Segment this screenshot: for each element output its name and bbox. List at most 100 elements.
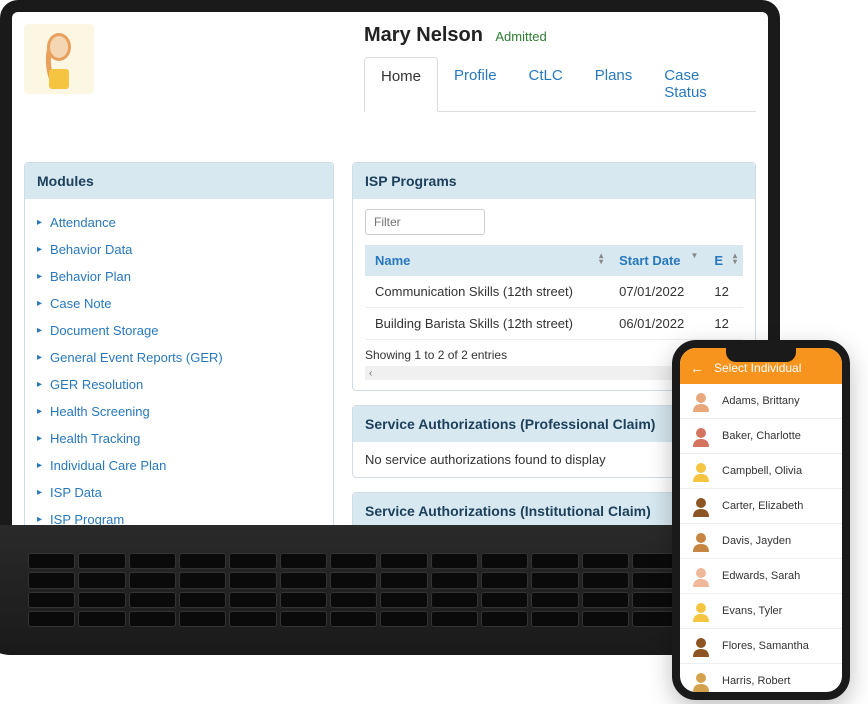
module-item[interactable]: Case Note: [37, 290, 321, 317]
keyboard-key: [179, 553, 226, 569]
phone-device: ← Select Individual Adams, Brittany Baker…: [672, 340, 850, 700]
keyboard-key: [28, 572, 75, 588]
column-header[interactable]: E▴▾: [704, 245, 743, 276]
table-cell: 12: [704, 308, 743, 340]
keyboard-key: [179, 572, 226, 588]
individual-item[interactable]: Evans, Tyler: [680, 594, 842, 629]
sort-icon[interactable]: ▼: [690, 253, 698, 259]
individual-avatar: [690, 495, 712, 517]
keyboard-key: [330, 553, 377, 569]
tab-case-status[interactable]: Case Status: [648, 57, 756, 111]
keyboard-key: [78, 611, 125, 627]
module-item[interactable]: Behavior Plan: [37, 263, 321, 290]
keyboard-key: [280, 553, 327, 569]
individual-item[interactable]: Baker, Charlotte: [680, 419, 842, 454]
module-item[interactable]: Document Storage: [37, 317, 321, 344]
phone-title: Select Individual: [714, 361, 801, 375]
keyboard-key: [330, 611, 377, 627]
phone-notch: [726, 348, 796, 362]
keyboard-key: [481, 553, 528, 569]
keyboard-key: [28, 611, 75, 627]
keyboard-key: [179, 611, 226, 627]
module-item[interactable]: Attendance: [37, 209, 321, 236]
individual-item[interactable]: Edwards, Sarah: [680, 559, 842, 594]
keyboard-key: [431, 553, 478, 569]
keyboard-key: [129, 553, 176, 569]
table-row[interactable]: Building Barista Skills (12th street)06/…: [365, 308, 743, 340]
keyboard-key: [330, 592, 377, 608]
module-item[interactable]: ISP Data: [37, 479, 321, 506]
module-item[interactable]: Individual Care Plan: [37, 452, 321, 479]
person-status-badge: Admitted: [495, 29, 546, 44]
modules-header: Modules: [25, 163, 333, 199]
individual-avatar: [690, 670, 712, 692]
keyboard-key: [280, 611, 327, 627]
individual-name: Harris, Robert: [722, 675, 790, 687]
keyboard-key: [380, 572, 427, 588]
keyboard-key: [380, 553, 427, 569]
keyboard-key: [431, 611, 478, 627]
individual-item[interactable]: Flores, Samantha: [680, 629, 842, 664]
filter-input[interactable]: [365, 209, 485, 235]
modules-panel: Modules AttendanceBehavior DataBehavior …: [24, 162, 334, 525]
individual-avatar: [690, 460, 712, 482]
keyboard-key: [229, 611, 276, 627]
individual-name: Baker, Charlotte: [722, 430, 801, 442]
person-name: Mary Nelson: [364, 24, 483, 46]
keyboard-key: [129, 572, 176, 588]
individual-item[interactable]: Davis, Jayden: [680, 524, 842, 559]
module-item[interactable]: Health Tracking: [37, 425, 321, 452]
scroll-left-arrow[interactable]: ‹: [365, 368, 376, 379]
individual-name: Evans, Tyler: [722, 605, 782, 617]
module-item[interactable]: General Event Reports (GER): [37, 344, 321, 371]
individual-item[interactable]: Adams, Brittany: [680, 384, 842, 419]
column-header[interactable]: Start Date▼: [609, 245, 704, 276]
tab-home[interactable]: Home: [364, 57, 438, 112]
individual-name: Campbell, Olivia: [722, 465, 802, 477]
person-avatar: [24, 24, 94, 94]
individual-avatar: [690, 425, 712, 447]
keyboard-key: [582, 572, 629, 588]
table-cell: 06/01/2022: [609, 308, 704, 340]
table-cell: Communication Skills (12th street): [365, 276, 609, 308]
module-item[interactable]: GER Resolution: [37, 371, 321, 398]
individual-avatar: [690, 600, 712, 622]
keyboard-key: [229, 572, 276, 588]
tab-ctlc[interactable]: CtLC: [513, 57, 579, 111]
tab-plans[interactable]: Plans: [579, 57, 649, 111]
keyboard-key: [582, 553, 629, 569]
tab-profile[interactable]: Profile: [438, 57, 513, 111]
modules-list: AttendanceBehavior DataBehavior PlanCase…: [37, 209, 321, 525]
table-row[interactable]: Communication Skills (12th street)07/01/…: [365, 276, 743, 308]
module-item[interactable]: Behavior Data: [37, 236, 321, 263]
individual-item[interactable]: Campbell, Olivia: [680, 454, 842, 489]
keyboard-key: [531, 572, 578, 588]
keyboard-key: [481, 611, 528, 627]
keyboard-key: [431, 572, 478, 588]
isp-table: Name▴▾Start Date▼E▴▾ Communication Skill…: [365, 245, 743, 340]
keyboard-key: [78, 572, 125, 588]
tabs-bar: HomeProfileCtLCPlansCase Status: [364, 57, 756, 112]
module-item[interactable]: Health Screening: [37, 398, 321, 425]
keyboard-key: [28, 592, 75, 608]
sort-icon[interactable]: ▴▾: [599, 253, 603, 265]
table-cell: 12: [704, 276, 743, 308]
column-header[interactable]: Name▴▾: [365, 245, 609, 276]
keyboard-key: [330, 572, 377, 588]
sort-icon[interactable]: ▴▾: [733, 253, 737, 265]
module-item[interactable]: ISP Program: [37, 506, 321, 525]
individual-avatar: [690, 635, 712, 657]
keyboard-key: [28, 553, 75, 569]
keyboard-key: [129, 592, 176, 608]
back-arrow-icon[interactable]: ←: [690, 360, 704, 376]
laptop-screen: Mary Nelson Admitted HomeProfileCtLCPlan…: [0, 0, 780, 525]
keyboard-key: [129, 611, 176, 627]
keyboard-key: [78, 592, 125, 608]
individual-item[interactable]: Carter, Elizabeth: [680, 489, 842, 524]
individual-item[interactable]: Harris, Robert: [680, 664, 842, 699]
keyboard-key: [531, 553, 578, 569]
individual-name: Davis, Jayden: [722, 535, 791, 547]
individual-avatar: [690, 390, 712, 412]
keyboard-key: [531, 611, 578, 627]
individual-avatar: [690, 530, 712, 552]
